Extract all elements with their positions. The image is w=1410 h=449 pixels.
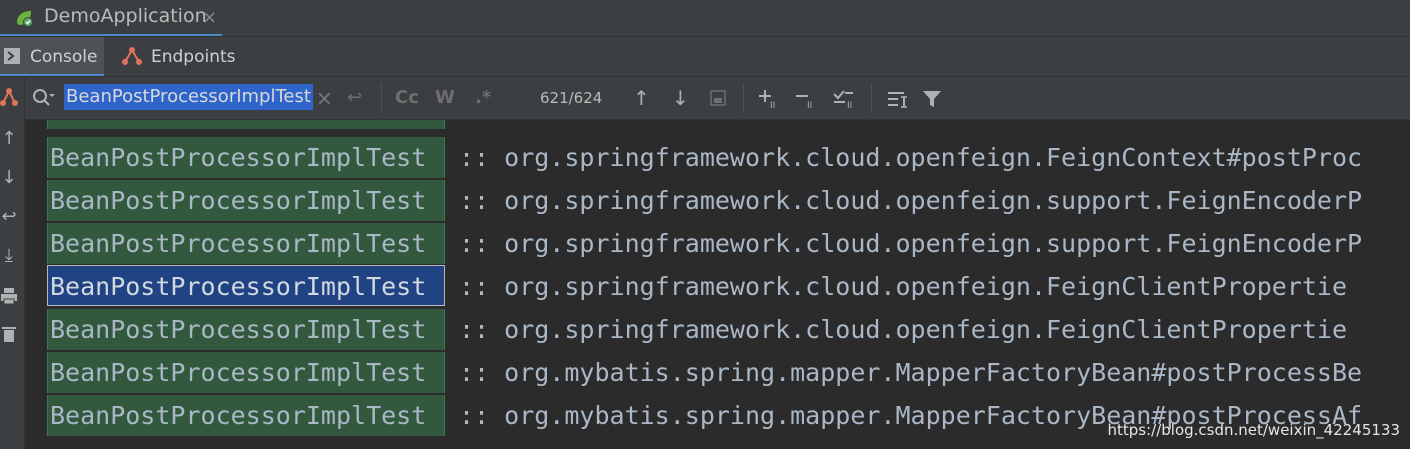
console-line-text: :: org.springframework.cloud.openfeign.s… <box>459 186 1363 215</box>
spring-boot-icon <box>17 11 33 27</box>
match-case-toggle[interactable]: Cc <box>395 85 419 111</box>
close-icon[interactable]: × <box>202 7 217 28</box>
search-match-highlight <box>47 120 445 129</box>
up-arrow-icon[interactable]: ↑ <box>0 129 18 149</box>
console-line: BeanPostProcessorImplTest:: org.springfr… <box>25 222 1362 265</box>
console-search-bar: BeanPostProcessorImplTest × ↩ Cc W .* 62… <box>25 77 1410 120</box>
print-icon[interactable] <box>0 286 18 306</box>
run-tab-bar: DemoApplication × <box>0 0 1410 37</box>
search-icon[interactable] <box>31 85 55 111</box>
soft-wrap-icon[interactable]: ↩ <box>0 207 18 227</box>
tab-console-label: Console <box>30 47 98 67</box>
endpoints-icon <box>122 47 142 65</box>
search-match-highlight: BeanPostProcessorImplTest <box>47 223 445 264</box>
filter-results-icon[interactable] <box>887 89 909 109</box>
search-input[interactable]: BeanPostProcessorImplTest <box>64 84 313 110</box>
console-icon <box>4 48 20 64</box>
tab-endpoints-label: Endpoints <box>151 47 236 67</box>
tab-console[interactable]: Console <box>0 37 104 76</box>
search-match-highlight: BeanPostProcessorImplTest <box>47 180 445 221</box>
regex-toggle[interactable]: .* <box>475 85 491 111</box>
console-line: BeanPostProcessorImplTest:: org.mybatis.… <box>25 351 1362 394</box>
watermark: https://blog.csdn.net/weixin_42245133 <box>1107 421 1400 439</box>
match-count: 621/624 <box>540 89 603 107</box>
previous-occurrence-icon[interactable]: ↑ <box>633 85 650 111</box>
remove-occurrence-icon[interactable]: II <box>795 89 817 109</box>
clear-search-icon[interactable]: × <box>316 85 333 111</box>
scroll-to-end-icon[interactable]: ⤓ <box>0 246 18 266</box>
svg-text:II: II <box>807 101 812 109</box>
svg-text:II: II <box>770 101 775 109</box>
console-line-text: :: org.springframework.cloud.openfeign.F… <box>459 315 1348 344</box>
toolbar-divider <box>871 83 872 113</box>
console-line: BeanPostProcessorImplTest:: org.springfr… <box>25 179 1362 222</box>
console-output[interactable]: BeanPostProcessorImplTest:: org.springfr… <box>25 120 1410 449</box>
filter-icon[interactable] <box>922 89 942 109</box>
console-line-text: :: org.springframework.cloud.openfeign.F… <box>459 272 1348 301</box>
new-line-icon[interactable]: ↩ <box>347 85 362 111</box>
console-line: BeanPostProcessorImplTest:: org.springfr… <box>25 308 1347 351</box>
down-arrow-icon[interactable]: ↓ <box>0 168 18 188</box>
search-match-highlight: BeanPostProcessorImplTest <box>47 309 445 350</box>
console-line-text: :: org.mybatis.spring.mapper.MapperFacto… <box>459 358 1363 387</box>
search-match-highlight: BeanPostProcessorImplTest <box>47 395 445 436</box>
words-toggle[interactable]: W <box>435 85 455 111</box>
add-occurrence-icon[interactable]: II <box>758 89 780 109</box>
select-all-occurrences-icon[interactable] <box>710 90 726 106</box>
console-line-text: :: org.springframework.cloud.openfeign.F… <box>459 143 1363 172</box>
toolbar-divider <box>743 83 744 113</box>
console-line-partial <box>25 120 445 131</box>
tab-endpoints[interactable]: Endpoints <box>112 37 242 74</box>
toolbar-divider <box>381 83 382 113</box>
search-match-highlight: BeanPostProcessorImplTest <box>47 137 445 178</box>
console-line: BeanPostProcessorImplTest:: org.springfr… <box>25 136 1362 179</box>
next-occurrence-icon[interactable]: ↓ <box>672 85 689 111</box>
console-side-toolbar: ↑ ↓ ↩ ⤓ <box>0 77 25 449</box>
console-line-text: :: org.springframework.cloud.openfeign.s… <box>459 229 1363 258</box>
endpoints-icon[interactable] <box>0 87 18 107</box>
trash-icon[interactable] <box>0 324 18 344</box>
current-search-match: BeanPostProcessorImplTest <box>47 265 445 306</box>
run-tab-title: DemoApplication <box>44 5 207 27</box>
console-line-current: BeanPostProcessorImplTest:: org.springfr… <box>25 265 1347 308</box>
run-tab-demo-application[interactable]: DemoApplication × <box>0 0 222 36</box>
search-match-highlight: BeanPostProcessorImplTest <box>47 352 445 393</box>
svg-text:II: II <box>847 101 852 109</box>
select-all-occurrences-check-icon[interactable]: II <box>833 89 857 109</box>
tool-window-tabs: Console Endpoints <box>0 37 1410 77</box>
